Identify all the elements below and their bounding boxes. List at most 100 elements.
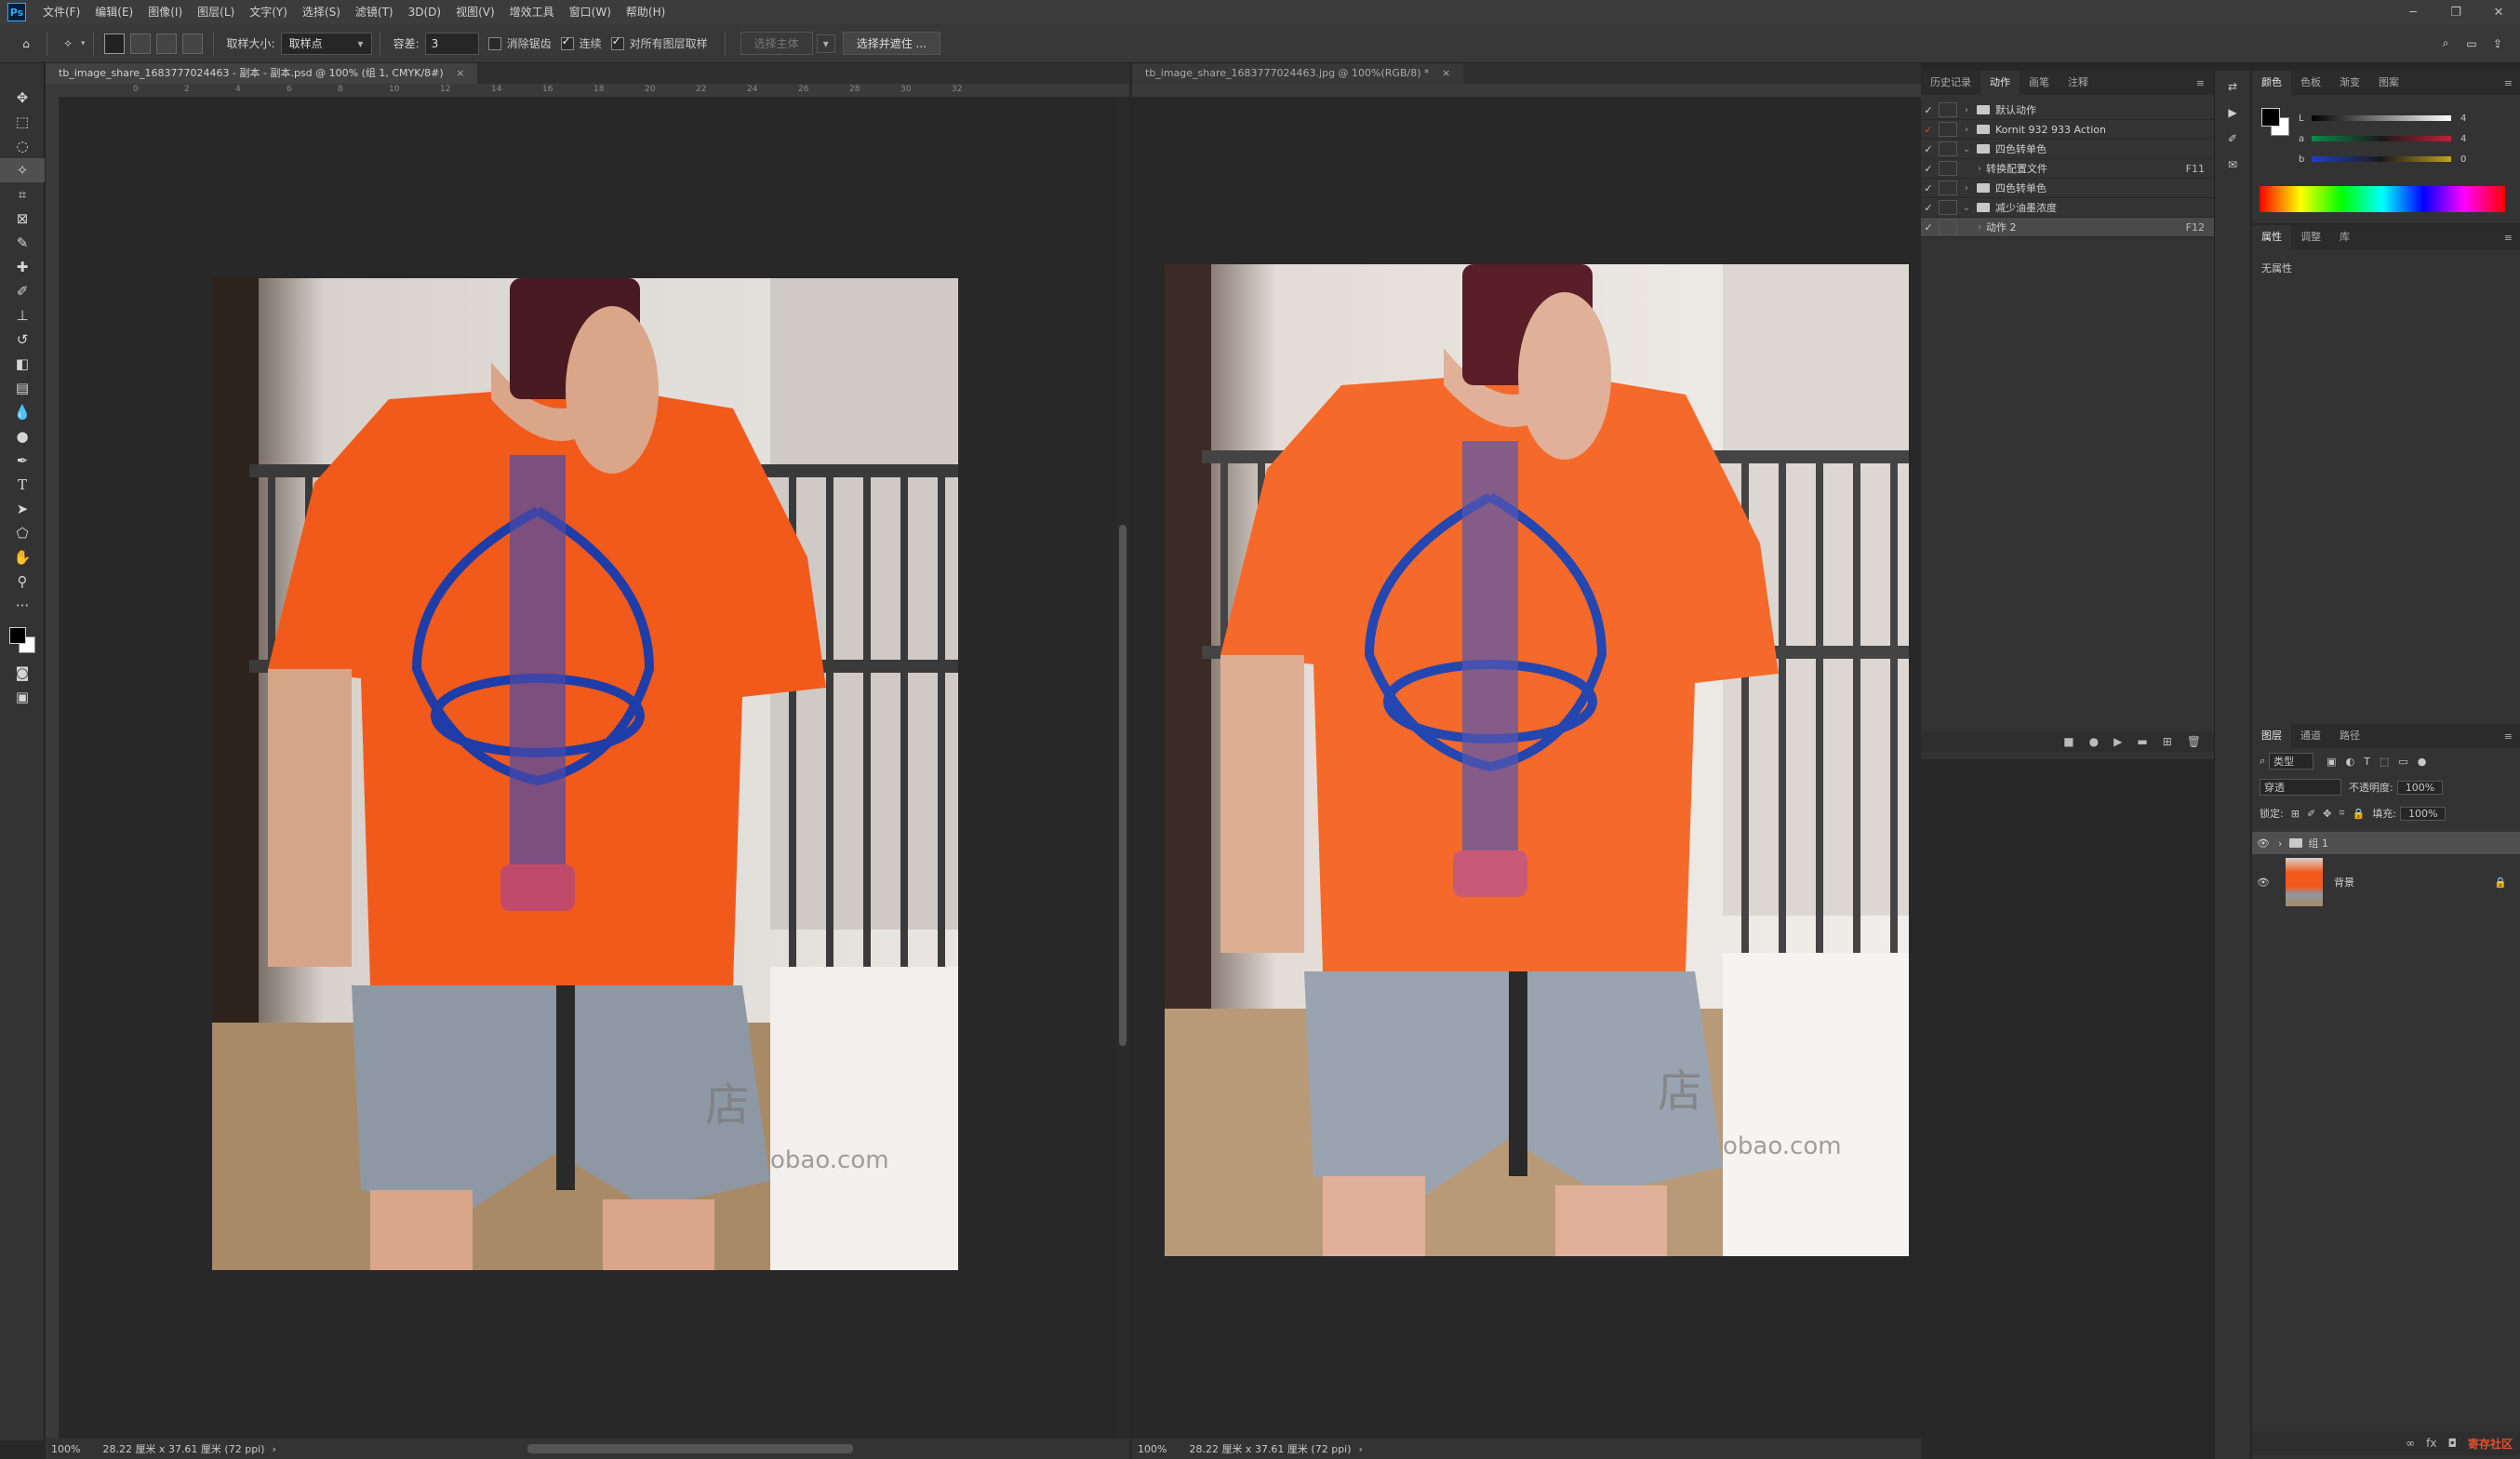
canvas-area[interactable]: 店 obao.com [59,97,1116,1439]
scrollbar-horizontal[interactable] [527,1444,853,1453]
search-icon[interactable]: ⌕ [2433,31,2459,57]
dialog-toggle[interactable] [1939,200,1957,215]
tolerance-input[interactable]: 3 [424,32,479,55]
chevron-right-icon[interactable]: › [2278,837,2282,850]
actions-panel-icon[interactable]: ▶ [2215,106,2250,132]
minimize-button[interactable]: ─ [2392,6,2434,20]
crop-tool-icon[interactable]: ⌗ [0,182,45,207]
panel-menu-icon[interactable]: ≡ [2504,77,2513,89]
magic-wand-icon[interactable]: ✧ [55,31,81,57]
tab-libraries[interactable]: 库 [2330,225,2359,249]
action-set-kornit[interactable]: ✓ › Kornit 932 933 Action [1921,120,2214,140]
blend-mode-select[interactable]: 穿透 [2260,779,2341,796]
menu-type[interactable]: 文字(Y) [242,0,295,24]
filter-type-icon[interactable]: T [2364,756,2370,768]
stop-icon[interactable]: ■ [2063,735,2073,748]
check-icon[interactable]: ✓ [1921,202,1936,214]
canvas-area[interactable]: 店 obao.com [1132,97,1909,1439]
menu-file[interactable]: 文件(F) [35,0,87,24]
clone-stamp-icon[interactable]: ⊥ [0,303,45,328]
menu-select[interactable]: 选择(S) [295,0,348,24]
fg-bg-swatch[interactable] [2261,108,2293,140]
workspace-icon[interactable]: ▭ [2459,31,2485,57]
channel-value[interactable]: 4 [2460,114,2466,124]
layer-row-background[interactable]: 👁 背景 🔒 [2252,854,2520,910]
menu-help[interactable]: 帮助(H) [619,0,673,24]
menu-window[interactable]: 窗口(W) [562,0,619,24]
menu-plugins[interactable]: 增效工具 [502,0,562,24]
tab-patterns[interactable]: 图案 [2369,71,2408,95]
action-set-default[interactable]: ✓ › 默认动作 [1921,100,2214,120]
close-icon[interactable]: × [456,67,464,79]
action-convert-profile[interactable]: ✓ › 转换配置文件 F11 [1921,159,2214,179]
tab-paths[interactable]: 路径 [2330,724,2369,748]
photo-canvas[interactable]: 店 obao.com [212,278,958,1270]
filter-pixel-icon[interactable]: ▣ [2327,756,2336,768]
close-icon[interactable]: × [1442,67,1450,79]
type-tool-icon[interactable]: T [0,473,45,497]
select-subject-button[interactable]: 选择主体 [740,32,813,55]
gradient-tool-icon[interactable]: ▤ [0,376,45,400]
tab-gradients[interactable]: 渐变 [2330,71,2369,95]
pen-tool-icon[interactable]: ✒ [0,448,45,473]
chevron-down-icon[interactable]: ⌄ [1960,144,1973,154]
slider-b[interactable]: b 0 [2299,149,2513,169]
contiguous-checkbox[interactable] [560,34,574,50]
chevron-right-icon[interactable]: › [1960,125,1973,135]
dialog-toggle[interactable] [1939,122,1957,137]
chevron-right-icon[interactable]: › [1960,183,1973,194]
tab-brushes[interactable]: 画笔 [2020,71,2059,95]
lock-artboard-icon[interactable]: ⌗ [2339,807,2344,820]
new-set-icon[interactable]: ▬ [2137,735,2147,748]
play-icon[interactable]: ▶ [2113,735,2122,748]
photo-canvas[interactable]: 店 obao.com [1165,264,1909,1256]
fx-icon[interactable]: fx [2426,1437,2436,1450]
tab-channels[interactable]: 通道 [2291,724,2330,748]
zoom-tool-icon[interactable]: ⚲ [0,569,45,594]
dialog-toggle[interactable] [1939,181,1957,195]
scrollbar-vertical[interactable] [1116,97,1129,1439]
move-tool-icon[interactable]: ✥ [0,86,45,110]
magic-wand-tool-icon[interactable]: ✧ [0,158,45,182]
chevron-right-icon[interactable]: › [273,1443,276,1455]
chevron-right-icon[interactable]: › [1960,105,1973,115]
tab-history[interactable]: 历史记录 [1921,71,1980,95]
action-set-cmyk-to-mono[interactable]: ✓ ⌄ 四色转单色 [1921,140,2214,159]
more-tools-icon[interactable]: ··· [0,594,45,618]
action-set-reduce-ink[interactable]: ✓ ⌄ 减少油墨浓度 [1921,198,2214,218]
slider-l[interactable]: L 4 [2299,108,2513,128]
lock-all-icon[interactable]: 🔒 [2353,808,2366,820]
eyedropper-tool-icon[interactable]: ✎ [0,231,45,255]
lock-pixels-icon[interactable]: ✐ [2307,808,2315,820]
brush-tool-icon[interactable]: ✐ [0,279,45,303]
dialog-toggle[interactable] [1939,220,1957,234]
filter-shape-icon[interactable]: ⬚ [2380,756,2389,768]
close-button[interactable]: ✕ [2477,6,2520,20]
tab-properties[interactable]: 属性 [2252,225,2291,249]
eye-icon[interactable]: 👁 [2252,877,2274,889]
frame-tool-icon[interactable]: ⊠ [0,207,45,231]
color-spectrum[interactable] [2260,186,2505,212]
doc-tab[interactable]: tb_image_share_1683777024463.jpg @ 100%(… [1132,63,1464,84]
intersect-selection-button[interactable] [181,33,203,54]
tab-notes[interactable]: 注释 [2059,71,2098,95]
action-set-cmyk-to-mono-2[interactable]: ✓ › 四色转单色 [1921,179,2214,198]
channel-value[interactable]: 0 [2460,154,2466,165]
add-selection-button[interactable] [129,33,151,54]
check-icon[interactable]: ✓ [1921,104,1936,116]
delete-icon[interactable]: 🗑 [2187,735,2201,748]
panel-menu-icon[interactable]: ≡ [2504,730,2513,743]
menu-view[interactable]: 视图(V) [448,0,502,24]
menu-3d[interactable]: 3D(D) [401,0,448,24]
layer-filter-select[interactable]: 类型 [2269,753,2314,770]
tab-swatches[interactable]: 色板 [2291,71,2330,95]
slider-a[interactable]: a 4 [2299,128,2513,149]
chevron-down-icon[interactable]: ▾ [81,39,86,48]
hand-tool-icon[interactable]: ✋ [0,545,45,569]
antialias-checkbox[interactable] [487,36,501,50]
brush-panel-icon[interactable]: ✐ [2215,132,2250,158]
check-icon[interactable]: ✓ [1921,124,1936,136]
all-layers-checkbox[interactable] [610,34,624,50]
check-icon[interactable]: ✓ [1921,163,1936,175]
tab-color[interactable]: 颜色 [2252,71,2291,95]
